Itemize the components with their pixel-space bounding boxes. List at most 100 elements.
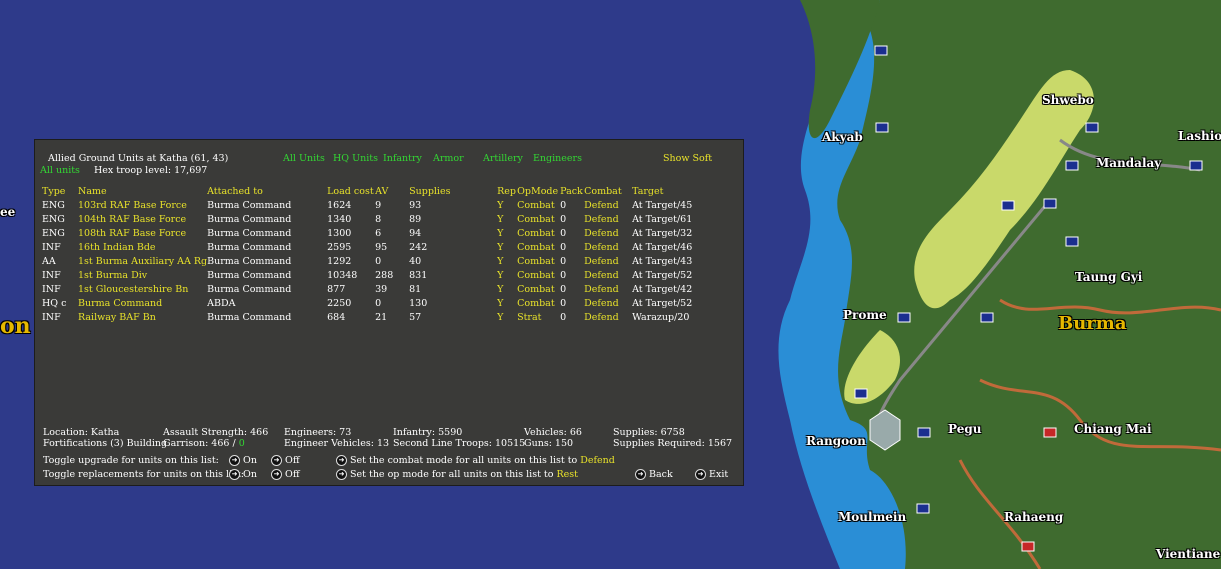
cell-opmode[interactable]: Combat (517, 282, 560, 296)
map-label-taung-gyi[interactable]: Taung Gyi (1075, 270, 1142, 284)
col-combat[interactable]: Combat (584, 184, 632, 198)
col-opmode[interactable]: OpMode (517, 184, 560, 198)
cell-name[interactable]: 103rd RAF Base Force (78, 198, 207, 212)
cell-type: INF (42, 311, 61, 323)
filter-artillery[interactable]: Artillery (483, 153, 523, 164)
cell-opmode[interactable]: Combat (517, 212, 560, 226)
cell-rep[interactable]: Y (497, 268, 517, 282)
summary-engineers: Engineers: 73 (284, 427, 352, 438)
col-av[interactable]: AV (375, 184, 409, 198)
cell-opmode[interactable]: Combat (517, 268, 560, 282)
col-rep[interactable]: Rep (497, 184, 517, 198)
cell-pack: 0 (560, 311, 567, 323)
arrow-right-icon: ➜ (336, 469, 347, 480)
cell-opmode[interactable]: Strat (517, 310, 560, 324)
table-row[interactable]: ENG 103rd RAF Base Force Burma Command 1624… (42, 198, 712, 212)
table-row[interactable]: ENG 108th RAF Base Force Burma Command 1300… (42, 226, 712, 240)
cell-rep[interactable]: Y (497, 296, 517, 310)
cell-name[interactable]: Railway BAF Bn (78, 310, 207, 324)
show-soft-toggle[interactable]: Show Soft (663, 153, 712, 164)
filter-engineers[interactable]: Engineers (533, 153, 582, 164)
cell-opmode[interactable]: Combat (517, 240, 560, 254)
set-combat-label: Set the combat mode for all units on thi… (350, 455, 578, 466)
replacements-on-button[interactable]: ➜ On (229, 469, 257, 480)
cell-combat[interactable]: Defend (584, 240, 632, 254)
cell-rep[interactable]: Y (497, 226, 517, 240)
cell-combat[interactable]: Defend (584, 282, 632, 296)
cell-opmode[interactable]: Combat (517, 226, 560, 240)
exit-button[interactable]: ➜ Exit (695, 469, 728, 480)
filter-infantry[interactable]: Infantry (383, 153, 422, 164)
table-row[interactable]: INF 1st Burma Div Burma Command 10348 288 831… (42, 268, 712, 282)
col-attached-to[interactable]: Attached to (207, 184, 327, 198)
map-label-prome[interactable]: Prome (843, 308, 887, 322)
filter-hq-units[interactable]: HQ Units (333, 153, 378, 164)
cell-combat[interactable]: Defend (584, 254, 632, 268)
cell-rep[interactable]: Y (497, 310, 517, 324)
filter-all-units[interactable]: All Units (283, 153, 325, 164)
map-label-lashio[interactable]: Lashio (1178, 129, 1221, 143)
cell-type: AA (42, 255, 56, 267)
cell-target: At Target/42 (632, 283, 693, 295)
cell-name[interactable]: 16th Indian Bde (78, 240, 207, 254)
cell-type: ENG (42, 227, 65, 239)
table-row[interactable]: HQ c Burma Command ABDA 2250 0 130 Y Combat 0 Def… (42, 296, 712, 310)
cell-name[interactable]: 1st Gloucestershire Bn (78, 282, 207, 296)
map-label-shwebo[interactable]: Shwebo (1042, 93, 1094, 107)
set-op-mode-button[interactable]: ➜ Set the op mode for all units on this … (336, 469, 578, 480)
map-label-akyab[interactable]: Akyab (822, 130, 863, 144)
col-supplies[interactable]: Supplies (409, 184, 497, 198)
table-row[interactable]: INF Railway BAF Bn Burma Command 684 21 57 Y St… (42, 310, 712, 324)
map-label-rangoon[interactable]: Rangoon (806, 434, 866, 448)
all-units-filter[interactable]: All units (40, 165, 80, 176)
cell-combat[interactable]: Defend (584, 268, 632, 282)
summary-infantry: Infantry: 5590 (393, 427, 463, 438)
cell-rep[interactable]: Y (497, 240, 517, 254)
cell-name[interactable]: 108th RAF Base Force (78, 226, 207, 240)
filter-armor[interactable]: Armor (433, 153, 464, 164)
combat-mode-value[interactable]: Defend (580, 455, 615, 466)
cell-name[interactable]: 104th RAF Base Force (78, 212, 207, 226)
cell-rep[interactable]: Y (497, 254, 517, 268)
cell-combat[interactable]: Defend (584, 226, 632, 240)
cell-combat[interactable]: Defend (584, 198, 632, 212)
op-mode-value[interactable]: Rest (556, 469, 577, 480)
map-label-ee: ee (0, 205, 16, 219)
cell-opmode[interactable]: Combat (517, 254, 560, 268)
col-type[interactable]: Type (42, 184, 78, 198)
cell-attached-to: Burma Command (207, 227, 292, 239)
map-label-pegu[interactable]: Pegu (948, 422, 981, 436)
map-label-moulmein[interactable]: Moulmein (838, 510, 906, 524)
cell-rep[interactable]: Y (497, 212, 517, 226)
cell-combat[interactable]: Defend (584, 310, 632, 324)
cell-target: At Target/43 (632, 255, 693, 267)
table-row[interactable]: AA 1st Burma Auxiliary AA Rg Burma Command… (42, 254, 712, 268)
upgrade-on-button[interactable]: ➜ On (229, 455, 257, 466)
col-load-cost[interactable]: Load cost (327, 184, 375, 198)
col-pack[interactable]: Pack (560, 184, 584, 198)
cell-combat[interactable]: Defend (584, 212, 632, 226)
cell-attached-to: Burma Command (207, 255, 292, 267)
set-combat-mode-button[interactable]: ➜ Set the combat mode for all units on t… (336, 455, 615, 466)
map-label-vientiane[interactable]: Vientiane (1156, 547, 1220, 561)
cell-opmode[interactable]: Combat (517, 198, 560, 212)
table-row[interactable]: INF 16th Indian Bde Burma Command 2595 95 242… (42, 240, 712, 254)
col-name[interactable]: Name (78, 184, 207, 198)
col-target[interactable]: Target (632, 184, 712, 198)
map-label-rahaeng[interactable]: Rahaeng (1004, 510, 1063, 524)
cell-rep[interactable]: Y (497, 282, 517, 296)
map-label-mandalay[interactable]: Mandalay (1096, 156, 1161, 170)
table-row[interactable]: ENG 104th RAF Base Force Burma Command 1340… (42, 212, 712, 226)
cell-opmode[interactable]: Combat (517, 296, 560, 310)
cell-name[interactable]: 1st Burma Div (78, 268, 207, 282)
upgrade-off-button[interactable]: ➜ Off (271, 455, 300, 466)
map-label-chiang-mai[interactable]: Chiang Mai (1074, 422, 1152, 436)
replacements-off-button[interactable]: ➜ Off (271, 469, 300, 480)
cell-combat[interactable]: Defend (584, 296, 632, 310)
cell-name[interactable]: Burma Command (78, 296, 207, 310)
cell-name[interactable]: 1st Burma Auxiliary AA Rg (78, 254, 207, 268)
cell-pack: 0 (560, 297, 567, 309)
back-button[interactable]: ➜ Back (635, 469, 673, 480)
cell-rep[interactable]: Y (497, 198, 517, 212)
table-row[interactable]: INF 1st Gloucestershire Bn Burma Command 87… (42, 282, 712, 296)
